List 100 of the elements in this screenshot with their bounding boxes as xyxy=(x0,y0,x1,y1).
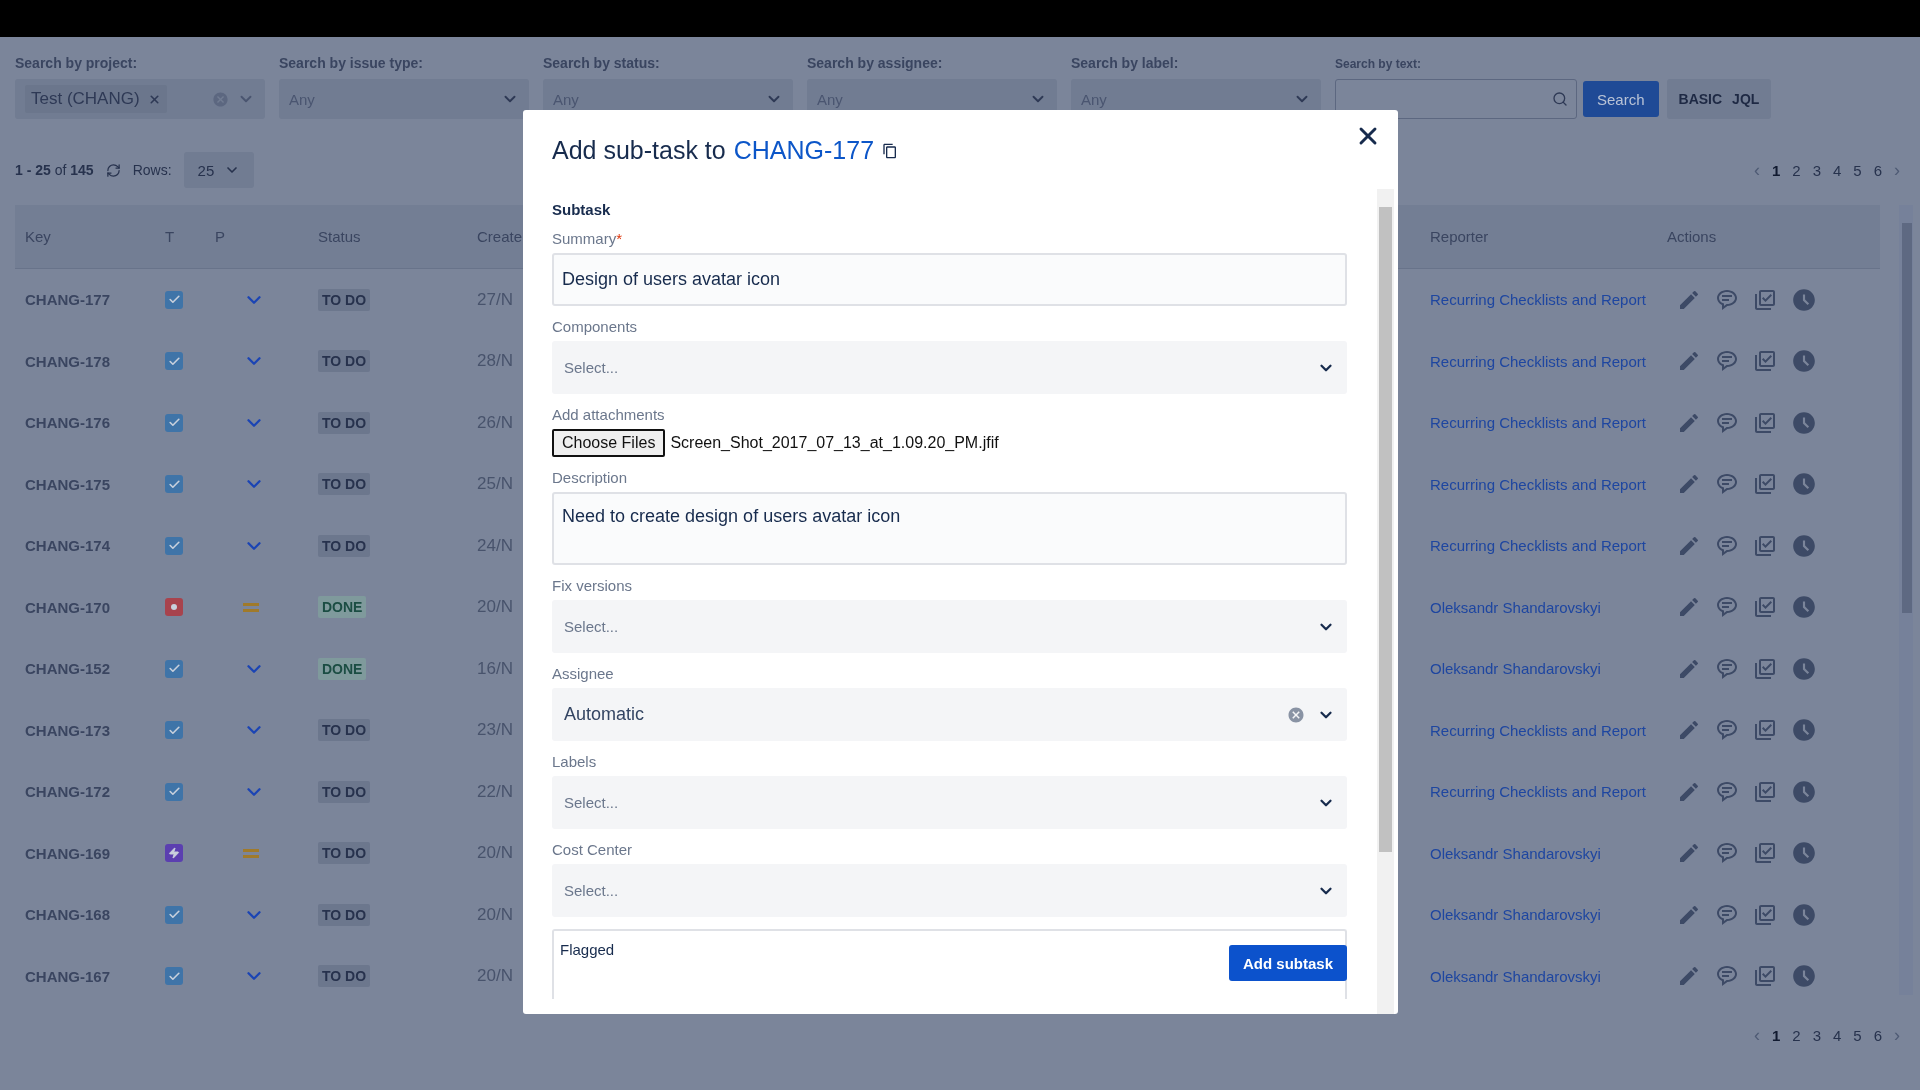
clear-icon[interactable] xyxy=(1287,705,1305,724)
reporter-link[interactable]: Recurring Checklists and Report xyxy=(1430,291,1667,309)
next-page-link[interactable]: › xyxy=(1894,1025,1900,1046)
comment-icon[interactable] xyxy=(1715,410,1739,435)
clock-icon[interactable] xyxy=(1791,532,1817,559)
issue-key: CHANG-152 xyxy=(25,660,165,678)
checklist-icon[interactable] xyxy=(1753,718,1777,743)
comment-icon[interactable] xyxy=(1715,595,1739,620)
filter-label: Search by text: xyxy=(1335,57,1423,71)
select-field[interactable]: Select... xyxy=(552,864,1347,917)
column-header: Reporter xyxy=(1430,228,1490,245)
checklist-icon[interactable] xyxy=(1753,472,1777,497)
comment-icon[interactable] xyxy=(1715,533,1739,558)
status-badge: TO DO xyxy=(318,903,371,926)
reporter-link[interactable]: Recurring Checklists and Report xyxy=(1430,475,1667,493)
description-textarea[interactable]: Need to create design of users avatar icon xyxy=(552,492,1347,565)
page-link[interactable]: 3 xyxy=(1812,161,1821,179)
checklist-icon[interactable] xyxy=(1753,779,1777,804)
reporter-link[interactable]: Recurring Checklists and Report xyxy=(1430,414,1667,432)
clock-icon[interactable] xyxy=(1791,901,1817,928)
column-header: Status xyxy=(318,228,362,245)
comment-icon[interactable] xyxy=(1715,656,1739,681)
select-field[interactable]: Select... xyxy=(552,341,1347,394)
project-select[interactable]: Test (CHANG) xyxy=(15,79,265,119)
summary-input[interactable]: Design of users avatar icon xyxy=(552,253,1347,306)
equals-icon xyxy=(243,602,259,612)
page-link[interactable]: 5 xyxy=(1853,161,1862,179)
rows-select[interactable]: 25 xyxy=(183,152,255,188)
reporter-link[interactable]: Oleksandr Shandarovskyi xyxy=(1430,967,1667,985)
checklist-icon[interactable] xyxy=(1753,595,1777,620)
clock-icon[interactable] xyxy=(1791,348,1817,375)
clock-icon[interactable] xyxy=(1791,471,1817,498)
reporter-link[interactable]: Oleksandr Shandarovskyi xyxy=(1430,660,1667,678)
comment-icon[interactable] xyxy=(1715,349,1739,374)
page-link[interactable]: 5 xyxy=(1853,1027,1862,1044)
add-subtask-button[interactable]: Add subtask xyxy=(1229,945,1347,981)
clock-icon[interactable] xyxy=(1791,717,1817,744)
issue-link[interactable]: CHANG-177 xyxy=(733,136,875,165)
select-field[interactable]: Select... xyxy=(552,600,1347,653)
clock-icon[interactable] xyxy=(1791,594,1817,621)
checklist-icon[interactable] xyxy=(1753,349,1777,374)
reporter-link[interactable]: Recurring Checklists and Report xyxy=(1430,783,1667,801)
checklist-icon[interactable] xyxy=(1753,287,1777,312)
page-link[interactable]: 3 xyxy=(1812,1027,1821,1044)
comment-icon[interactable] xyxy=(1715,902,1739,927)
choose-files-button[interactable]: Choose Files xyxy=(552,429,666,457)
status-badge: TO DO xyxy=(318,288,371,311)
page-link[interactable]: 1 xyxy=(1771,161,1781,179)
previous-page-link[interactable]: ‹ xyxy=(1753,159,1760,181)
checklist-icon[interactable] xyxy=(1753,841,1777,866)
search-button[interactable]: Search xyxy=(1583,81,1659,117)
select-field[interactable]: Automatic xyxy=(552,688,1347,741)
checklist-icon[interactable] xyxy=(1753,656,1777,681)
page-link[interactable]: 2 xyxy=(1792,161,1801,179)
page-link[interactable]: 4 xyxy=(1832,161,1842,179)
reporter-link[interactable]: Recurring Checklists and Report xyxy=(1430,352,1667,370)
mode-button[interactable]: BASIC xyxy=(1678,91,1723,107)
page-link[interactable]: 6 xyxy=(1873,161,1882,179)
dot-square-icon xyxy=(165,598,183,617)
issue-key: CHANG-172 xyxy=(25,783,165,801)
check-square-icon xyxy=(165,290,183,309)
comment-icon[interactable] xyxy=(1715,472,1739,497)
refresh-icon[interactable] xyxy=(105,162,121,178)
page-link[interactable]: 6 xyxy=(1873,1027,1882,1044)
comment-icon[interactable] xyxy=(1715,841,1739,866)
check-square-icon xyxy=(165,659,183,678)
clock-icon[interactable] xyxy=(1791,286,1817,313)
clock-icon[interactable] xyxy=(1791,409,1817,436)
comment-icon[interactable] xyxy=(1715,718,1739,743)
page-link[interactable]: 4 xyxy=(1832,1027,1842,1044)
reporter-link[interactable]: Oleksandr Shandarovskyi xyxy=(1430,906,1667,924)
select-field[interactable]: Select... xyxy=(552,776,1347,829)
clock-icon[interactable] xyxy=(1791,655,1817,682)
checklist-icon[interactable] xyxy=(1753,410,1777,435)
page-link[interactable]: 1 xyxy=(1771,1027,1781,1044)
copy-icon[interactable] xyxy=(882,142,899,159)
check-square-icon xyxy=(165,967,183,986)
comment-icon[interactable] xyxy=(1715,779,1739,804)
clock-icon[interactable] xyxy=(1791,840,1817,867)
clock-icon[interactable] xyxy=(1791,778,1817,805)
reporter-link[interactable]: Recurring Checklists and Report xyxy=(1430,721,1667,739)
reporter-link[interactable]: Recurring Checklists and Report xyxy=(1430,537,1667,555)
clock-icon[interactable] xyxy=(1791,963,1817,990)
reporter-link[interactable]: Oleksandr Shandarovskyi xyxy=(1430,598,1667,616)
scrollbar[interactable] xyxy=(1377,189,1394,1014)
previous-page-link[interactable]: ‹ xyxy=(1753,1025,1760,1046)
reporter-link[interactable]: Oleksandr Shandarovskyi xyxy=(1430,844,1667,862)
comment-icon[interactable] xyxy=(1715,964,1739,989)
lightning-square-icon xyxy=(165,844,183,863)
issue-key: CHANG-169 xyxy=(25,844,165,862)
status-badge: TO DO xyxy=(318,842,371,865)
mode-button[interactable]: JQL xyxy=(1732,91,1760,107)
checklist-icon[interactable] xyxy=(1753,902,1777,927)
remove-icon[interactable] xyxy=(147,92,161,106)
comment-icon[interactable] xyxy=(1715,287,1739,312)
checklist-icon[interactable] xyxy=(1753,533,1777,558)
checklist-icon[interactable] xyxy=(1753,964,1777,989)
next-page-link[interactable]: › xyxy=(1894,159,1900,181)
scrollbar[interactable] xyxy=(1899,205,1913,995)
page-link[interactable]: 2 xyxy=(1792,1027,1801,1044)
